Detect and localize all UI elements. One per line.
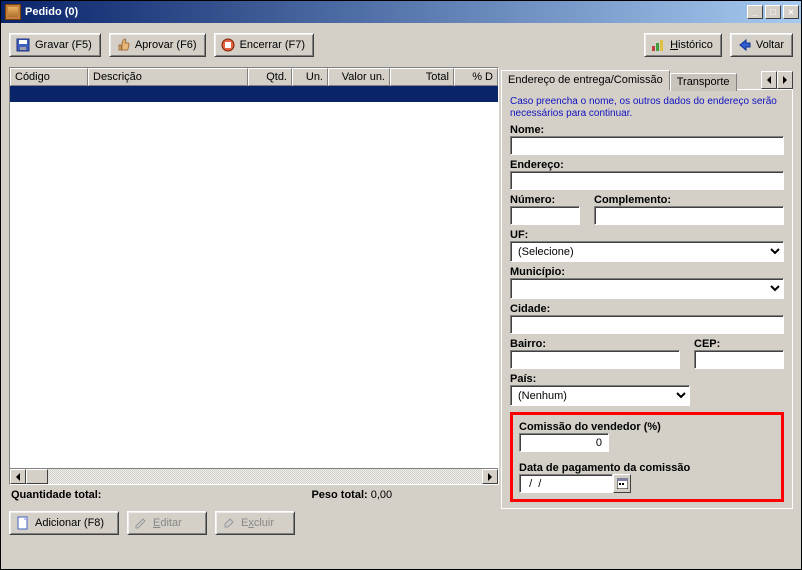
horizontal-scrollbar[interactable] bbox=[10, 468, 498, 484]
historico-button[interactable]: Histórico bbox=[644, 33, 722, 57]
calendar-icon bbox=[617, 478, 628, 489]
grid-actions: Adicionar (F8) Editar Excluir bbox=[9, 509, 499, 535]
tab-transporte[interactable]: Transporte bbox=[670, 73, 737, 91]
gravar-button[interactable]: Gravar (F5) bbox=[9, 33, 101, 57]
voltar-button[interactable]: Voltar bbox=[730, 33, 793, 57]
input-bairro[interactable] bbox=[510, 350, 680, 369]
app-icon bbox=[5, 4, 21, 20]
edit-icon bbox=[134, 516, 148, 530]
select-municipio[interactable] bbox=[510, 278, 784, 299]
aprovar-button[interactable]: Aprovar (F6) bbox=[109, 33, 206, 57]
col-descricao[interactable]: Descrição bbox=[88, 68, 248, 86]
scroll-track[interactable] bbox=[26, 469, 482, 484]
input-endereco[interactable] bbox=[510, 171, 784, 190]
form-panel: Caso preencha o nome, os outros dados do… bbox=[501, 89, 793, 509]
voltar-label: Voltar bbox=[756, 39, 784, 51]
col-qtd[interactable]: Qtd. bbox=[248, 68, 292, 86]
input-comissao[interactable] bbox=[519, 433, 609, 452]
encerrar-label: Encerrar (F7) bbox=[240, 39, 305, 51]
grid-body[interactable] bbox=[10, 86, 498, 468]
select-uf[interactable]: (Selecione) bbox=[510, 241, 784, 262]
stop-icon bbox=[221, 38, 235, 52]
qtd-total-label: Quantidade total: bbox=[11, 489, 101, 501]
col-total[interactable]: Total bbox=[390, 68, 454, 86]
adicionar-label: Adicionar (F8) bbox=[35, 517, 104, 529]
totals-row: Quantidade total: Peso total: 0,00 bbox=[9, 485, 499, 509]
label-numero: Número: bbox=[510, 194, 580, 206]
thumbs-up-icon bbox=[116, 38, 130, 52]
label-endereco: Endereço: bbox=[510, 159, 784, 171]
col-pct-d[interactable]: % D bbox=[454, 68, 498, 86]
minimize-button[interactable]: _ bbox=[747, 5, 763, 19]
input-cep[interactable] bbox=[694, 350, 784, 369]
form-hint: Caso preencha o nome, os outros dados do… bbox=[510, 96, 784, 120]
adicionar-button[interactable]: Adicionar (F8) bbox=[9, 511, 119, 535]
label-complemento: Complemento: bbox=[594, 194, 784, 206]
excluir-label: Excluir bbox=[241, 517, 274, 529]
label-comissao: Comissão do vendedor (%) bbox=[519, 421, 775, 433]
input-nome[interactable] bbox=[510, 136, 784, 155]
comissao-highlight: Comissão do vendedor (%) Data de pagamen… bbox=[510, 412, 784, 502]
historico-label: Histórico bbox=[670, 39, 713, 51]
peso-total-value: 0,00 bbox=[371, 489, 392, 501]
tab-scroll-left[interactable] bbox=[761, 71, 777, 89]
input-data-pagamento[interactable] bbox=[519, 474, 613, 493]
tab-strip: Endereço de entrega/Comissão Transporte bbox=[501, 67, 793, 89]
aprovar-label: Aprovar (F6) bbox=[135, 39, 197, 51]
tab-scroll-right[interactable] bbox=[777, 71, 793, 89]
window-controls: _ □ × bbox=[747, 5, 799, 19]
main-toolbar: Gravar (F5) Aprovar (F6) Encerrar (F7) H… bbox=[1, 23, 801, 67]
close-button[interactable]: × bbox=[783, 5, 799, 19]
label-cep: CEP: bbox=[694, 338, 784, 350]
calendar-button[interactable] bbox=[613, 474, 631, 493]
col-un[interactable]: Un. bbox=[292, 68, 328, 86]
label-uf: UF: bbox=[510, 229, 784, 241]
excluir-button[interactable]: Excluir bbox=[215, 511, 295, 535]
editar-label: Editar bbox=[153, 517, 182, 529]
items-grid: Código Descrição Qtd. Un. Valor un. Tota… bbox=[9, 67, 499, 485]
scroll-left-button[interactable] bbox=[10, 469, 26, 484]
label-data-pagamento: Data de pagamento da comissão bbox=[519, 462, 775, 474]
col-valor-un[interactable]: Valor un. bbox=[328, 68, 390, 86]
eraser-icon bbox=[222, 516, 236, 530]
window-title: Pedido (0) bbox=[25, 6, 78, 18]
scroll-right-button[interactable] bbox=[482, 469, 498, 484]
col-codigo[interactable]: Código bbox=[10, 68, 88, 86]
save-icon bbox=[16, 38, 30, 52]
input-complemento[interactable] bbox=[594, 206, 784, 225]
input-numero[interactable] bbox=[510, 206, 580, 225]
tab-entrega[interactable]: Endereço de entrega/Comissão bbox=[501, 70, 670, 90]
scroll-thumb[interactable] bbox=[26, 469, 48, 484]
grid-header: Código Descrição Qtd. Un. Valor un. Tota… bbox=[10, 68, 498, 86]
label-nome: Nome: bbox=[510, 124, 784, 136]
label-pais: País: bbox=[510, 373, 784, 385]
encerrar-button[interactable]: Encerrar (F7) bbox=[214, 33, 314, 57]
input-cidade[interactable] bbox=[510, 315, 784, 334]
label-municipio: Município: bbox=[510, 266, 784, 278]
add-page-icon bbox=[16, 516, 30, 530]
back-arrow-icon bbox=[737, 38, 751, 52]
gravar-label: Gravar (F5) bbox=[35, 39, 92, 51]
maximize-button[interactable]: □ bbox=[765, 5, 781, 19]
history-icon bbox=[651, 38, 665, 52]
selected-row[interactable] bbox=[10, 86, 498, 102]
select-pais[interactable]: (Nenhum) bbox=[510, 385, 690, 406]
titlebar: Pedido (0) _ □ × bbox=[1, 1, 801, 23]
label-bairro: Bairro: bbox=[510, 338, 680, 350]
label-cidade: Cidade: bbox=[510, 303, 784, 315]
peso-total-label: Peso total: bbox=[311, 489, 367, 501]
editar-button[interactable]: Editar bbox=[127, 511, 207, 535]
